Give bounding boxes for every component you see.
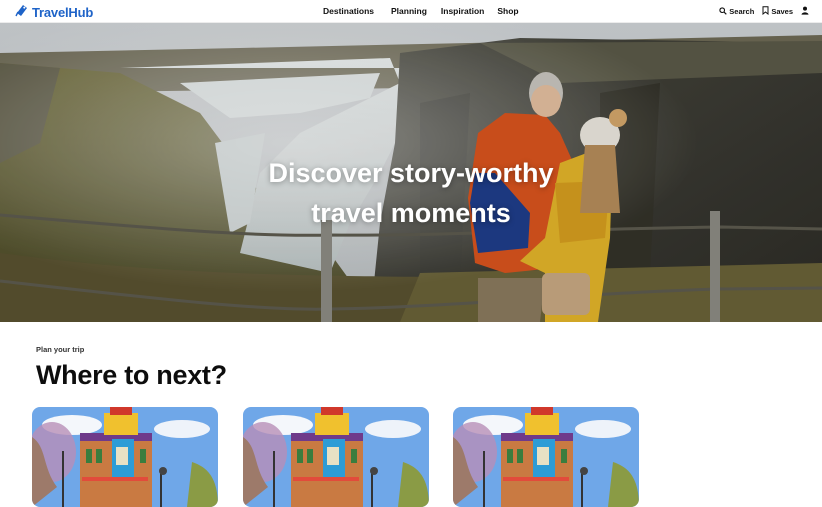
user-icon [801, 6, 809, 17]
search-icon [719, 6, 728, 17]
nav-item-planning[interactable]: Planning [391, 6, 427, 16]
account-button[interactable] [801, 6, 809, 17]
main-nav: Destinations Planning Inspiration Shop [323, 6, 519, 16]
section-kicker: Plan your trip [36, 345, 85, 354]
brand-logo[interactable]: TravelHub [15, 3, 93, 22]
destination-card[interactable] [453, 407, 639, 507]
hero-title: Discover story-worthy travel moments [0, 153, 822, 233]
search-label: Search [729, 7, 755, 16]
destination-card[interactable] [243, 407, 429, 507]
saves-button[interactable]: Saves [762, 6, 793, 17]
colorful-building-photo [243, 407, 429, 507]
hero-banner: Discover story-worthy travel moments [0, 23, 822, 322]
utility-nav: Search Saves [719, 6, 809, 17]
site-header: TravelHub Destinations Planning Inspirat… [0, 0, 822, 23]
colorful-building-photo [32, 407, 218, 507]
destination-card[interactable] [32, 407, 218, 507]
section-title: Where to next? [36, 360, 227, 390]
search-button[interactable]: Search [719, 6, 755, 17]
nav-item-shop[interactable]: Shop [497, 6, 518, 16]
nav-item-inspiration[interactable]: Inspiration [441, 6, 484, 16]
brand-name: TravelHub [32, 5, 94, 20]
hero-title-line-2: travel moments [311, 198, 511, 228]
colorful-building-photo [453, 407, 639, 507]
bookmark-icon [762, 6, 769, 17]
luggage-tag-icon [15, 3, 29, 22]
hero-title-line-1: Discover story-worthy [268, 158, 554, 188]
saves-label: Saves [771, 7, 793, 16]
nav-item-destinations[interactable]: Destinations [323, 6, 374, 16]
